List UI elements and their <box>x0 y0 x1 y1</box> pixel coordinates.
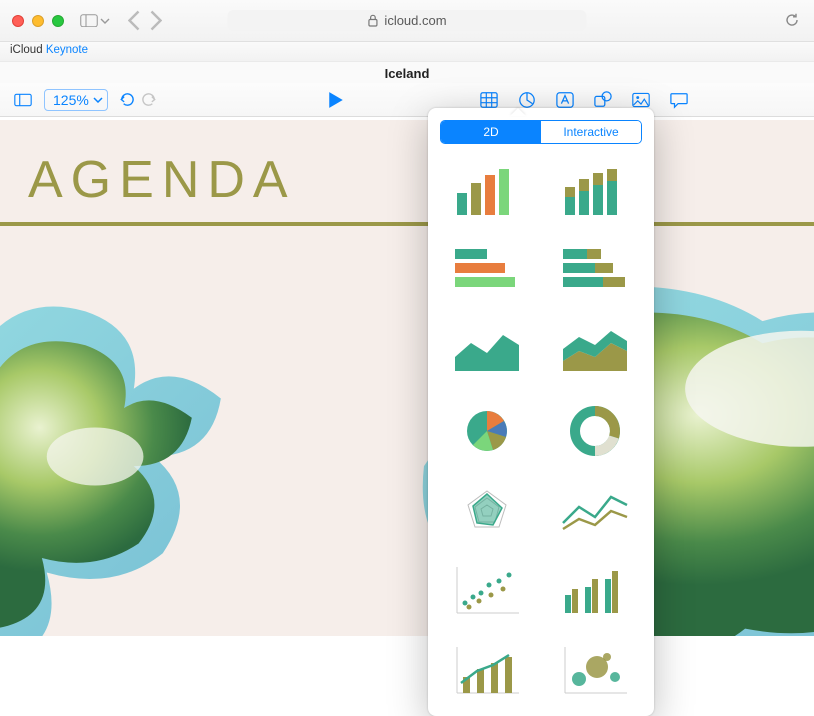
browser-titlebar: icloud.com <box>0 0 814 42</box>
chart-line-multi[interactable] <box>546 476 644 546</box>
chart-bar-horizontal[interactable] <box>438 236 536 306</box>
back-button[interactable] <box>128 10 140 31</box>
chart-bar-stacked[interactable] <box>546 156 644 226</box>
insert-comment-button[interactable] <box>664 88 694 112</box>
tab-2d[interactable]: 2D <box>441 121 541 143</box>
reload-button[interactable] <box>784 12 800 28</box>
lock-icon <box>367 14 378 27</box>
zoom-value: 125% <box>53 92 89 108</box>
chart-bar-horizontal-stacked[interactable] <box>546 236 644 306</box>
breadcrumb-service[interactable]: iCloud <box>10 44 43 56</box>
chart-scatter[interactable] <box>438 556 536 626</box>
breadcrumb: iCloud Keynote <box>0 42 814 62</box>
slide-canvas[interactable]: AGENDA <box>0 120 814 636</box>
chart-radar[interactable] <box>438 476 536 546</box>
chart-picker-popover: 2D Interactive <box>428 108 654 716</box>
undo-button[interactable] <box>118 91 135 108</box>
chart-combo[interactable] <box>438 636 536 706</box>
minimize-button[interactable] <box>32 15 44 27</box>
chart-dimension-tabs: 2D Interactive <box>440 120 642 144</box>
breadcrumb-app[interactable]: Keynote <box>46 44 88 56</box>
close-button[interactable] <box>12 15 24 27</box>
chart-area[interactable] <box>438 316 536 386</box>
tab-interactive[interactable]: Interactive <box>541 121 641 143</box>
chevron-down-icon <box>93 97 103 103</box>
view-button[interactable] <box>8 88 38 112</box>
chevron-down-icon[interactable] <box>100 18 110 24</box>
url-text: icloud.com <box>384 13 446 28</box>
zoom-select[interactable]: 125% <box>44 89 108 111</box>
chart-area-stacked[interactable] <box>546 316 644 386</box>
forward-button[interactable] <box>150 10 162 31</box>
slide-heading[interactable]: AGENDA <box>0 120 814 216</box>
chart-pie[interactable] <box>438 396 536 466</box>
window-controls <box>0 15 64 27</box>
chart-bar-vertical[interactable] <box>438 156 536 226</box>
sidebar-toggle-icon[interactable] <box>80 14 98 28</box>
address-bar[interactable]: icloud.com <box>227 10 586 31</box>
redo-button <box>141 91 158 108</box>
map-image <box>0 275 814 636</box>
document-title: Iceland <box>0 62 814 83</box>
chart-bubble[interactable] <box>546 636 644 706</box>
chart-bar-grouped[interactable] <box>546 556 644 626</box>
app-toolbar: 125% <box>0 83 814 117</box>
chart-donut[interactable] <box>546 396 644 466</box>
play-button[interactable] <box>322 88 350 112</box>
heading-underline <box>0 222 814 226</box>
chart-type-grid <box>438 156 644 706</box>
maximize-button[interactable] <box>52 15 64 27</box>
